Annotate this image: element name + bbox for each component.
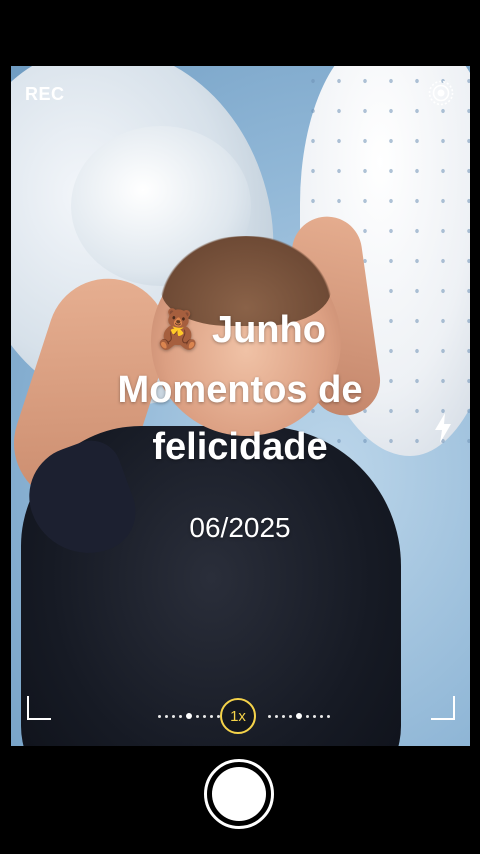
overlay-line-3: felicidade (152, 426, 328, 468)
zoom-tick (210, 714, 213, 718)
teddy-bear-emoji: 🧸 (154, 309, 202, 351)
settings-rings-icon[interactable] (428, 80, 454, 106)
zoom-ticks-left (158, 713, 220, 719)
zoom-tick (313, 714, 316, 718)
zoom-tick (172, 714, 175, 718)
shutter-button[interactable] (212, 767, 266, 821)
overlay-title: 🧸 Junho (0, 308, 480, 352)
overlay-title-word: Junho (211, 309, 326, 351)
zoom-tick (179, 714, 182, 718)
overlay-date: 06/2025 (189, 512, 291, 543)
rec-indicator: REC (25, 84, 65, 104)
zoom-tick (196, 714, 199, 718)
zoom-control[interactable]: 1x (0, 698, 480, 734)
zoom-tick (289, 714, 292, 718)
zoom-tick (306, 714, 309, 718)
zoom-tick (282, 714, 285, 718)
zoom-tick (158, 714, 161, 718)
zoom-tick (275, 714, 278, 718)
zoom-tick (268, 714, 271, 718)
zoom-tick (165, 714, 168, 718)
zoom-ticks-right (268, 713, 330, 719)
zoom-tick (203, 714, 206, 718)
zoom-tick (320, 714, 323, 718)
zoom-tick-major (296, 713, 302, 719)
overlay-line-2: Momentos de (117, 369, 363, 411)
zoom-tick-major (186, 713, 192, 719)
zoom-1x-button[interactable]: 1x (220, 698, 256, 734)
zoom-tick (327, 714, 330, 718)
